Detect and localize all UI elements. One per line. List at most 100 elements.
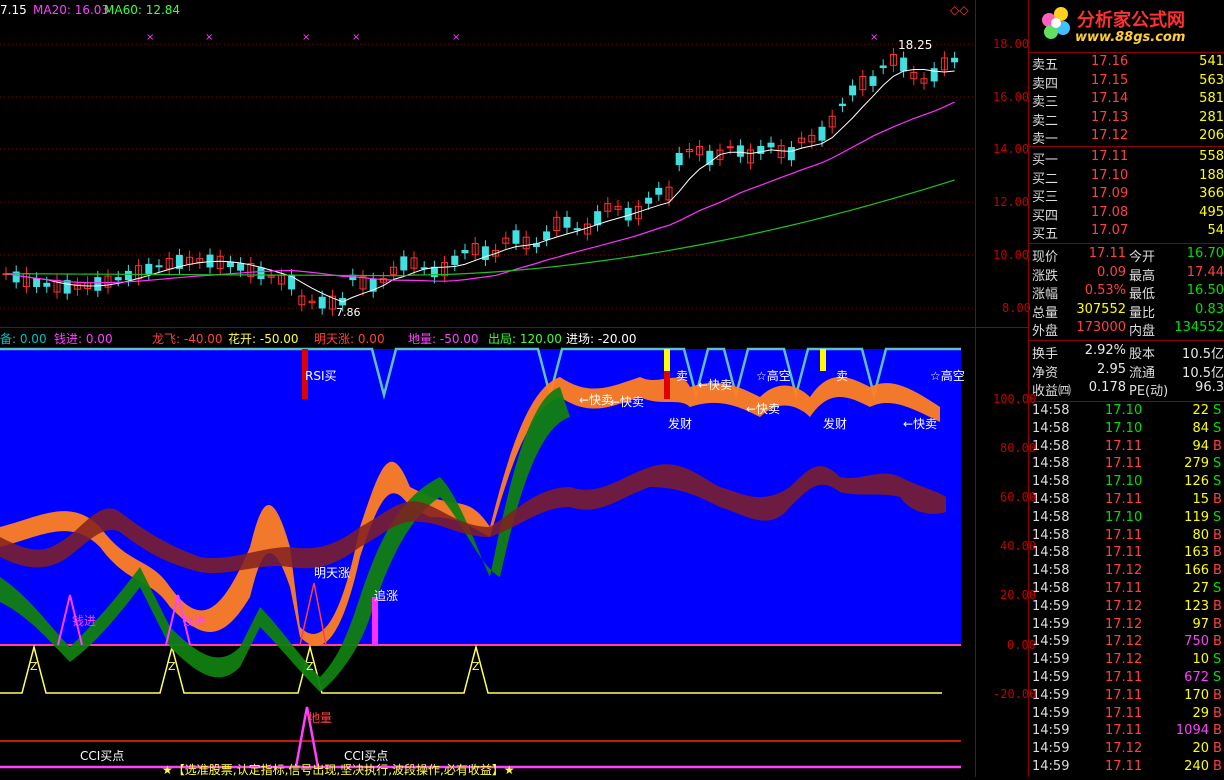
tick-row[interactable]: 14:59 17.12 10 S	[1029, 652, 1224, 670]
price-chart[interactable]: × × × × × × 7.15 MA20: 16.03 MA60: 12.84 18.…	[0, 0, 975, 327]
indicator-svg[interactable]	[0, 327, 975, 777]
sell-price: 17.15	[1091, 72, 1129, 88]
tomorrow-up-label: 明天涨	[314, 566, 351, 580]
logo-brand: 分析家公式网	[1077, 10, 1185, 31]
indicator-header-item: 备: 0.00	[0, 332, 47, 346]
sell-row[interactable]: 卖三 17.14 581	[1029, 91, 1224, 110]
tick-row[interactable]: 14:59 17.12 97 B	[1029, 617, 1224, 635]
candle-body	[124, 270, 132, 281]
logo-url: www.88gs.com	[1075, 30, 1186, 45]
tick-row[interactable]: 14:58 17.11 27 S	[1029, 581, 1224, 599]
low-marker: 7.86	[336, 306, 361, 319]
sell-level-label: 卖一	[1032, 132, 1059, 147]
quote-value: 0.09	[1097, 264, 1126, 280]
candle-body	[594, 211, 602, 226]
tick-row[interactable]: 14:58 17.11 80 B	[1029, 528, 1224, 546]
quote-label: 最高	[1129, 268, 1156, 284]
candlestick-chart[interactable]: × × × × × ×	[0, 0, 975, 327]
svg-text:×: ×	[205, 32, 213, 43]
tick-row[interactable]: 14:59 17.12 123 B	[1029, 599, 1224, 617]
buy-row[interactable]: 买二 17.10 188	[1029, 167, 1224, 187]
candle-body	[675, 152, 683, 166]
buy-row[interactable]: 买五 17.07 54	[1029, 223, 1224, 242]
corner-icon[interactable]: ◇◇	[950, 3, 968, 17]
candle-body	[573, 228, 581, 231]
stats-value: 10.5亿	[1182, 365, 1224, 381]
tick-row[interactable]: 14:58 17.11 94 B	[1029, 439, 1224, 457]
rsi-buy-label: RSI买	[305, 369, 337, 383]
tick-row[interactable]: 14:58 17.11 15 B	[1029, 492, 1224, 510]
tick-time: 14:59	[1032, 687, 1070, 703]
indicator-chart[interactable]: 备: 0.00 钱进: 0.00 龙飞: -40.00 花开: -50.00 明…	[0, 327, 975, 777]
candle-body	[869, 76, 877, 86]
tick-price: 17.11	[1105, 705, 1143, 721]
quote-label: 外盘	[1032, 324, 1059, 339]
tick-row[interactable]: 14:59 17.11 29 B	[1029, 706, 1224, 724]
indicator-header-item: 地量: -50.00	[408, 332, 479, 346]
tick-volume: 279	[1184, 456, 1209, 472]
tick-row[interactable]: 14:59 17.12 750 B	[1029, 634, 1224, 652]
tick-row[interactable]: 14:58 17.10 119 S	[1029, 510, 1224, 528]
sell-row[interactable]: 卖四 17.15 563	[1029, 72, 1224, 92]
quote-value: 307552	[1076, 301, 1126, 317]
tick-side: B	[1213, 492, 1222, 507]
tick-row[interactable]: 14:58 17.10 22 S	[1029, 403, 1224, 421]
axis-divider	[975, 0, 976, 777]
quote-label: 现价	[1032, 250, 1059, 265]
buy-price: 17.08	[1091, 204, 1129, 220]
sell-row[interactable]: 卖一 17.12 206	[1029, 128, 1224, 147]
tick-side: B	[1213, 741, 1222, 757]
candle-body	[563, 216, 571, 228]
buy-level-label: 买五	[1032, 227, 1059, 242]
tick-row[interactable]: 14:59 17.11 672 S	[1029, 670, 1224, 688]
indicator-header-item: 钱进: 0.00	[54, 332, 113, 346]
tick-row[interactable]: 14:59 17.11 240 B	[1029, 759, 1224, 777]
sell-label: 卖	[676, 369, 689, 383]
svg-text:×: ×	[146, 32, 154, 43]
price-tick: 18.00	[993, 37, 1030, 51]
buy-volume: 188	[1199, 167, 1224, 183]
candle-body	[645, 197, 653, 204]
tick-volume: 84	[1192, 420, 1209, 436]
tick-row[interactable]: 14:59 17.11 170 B	[1029, 688, 1224, 706]
candle-body	[63, 280, 71, 294]
indicator-header-item: 明天涨: 0.00	[314, 332, 385, 346]
tick-row[interactable]: 14:58 17.11 279 S	[1029, 456, 1224, 474]
buy-price: 17.07	[1091, 223, 1129, 238]
candle-body	[114, 277, 122, 281]
sell-volume: 581	[1199, 91, 1224, 106]
di-liang-label: 地量	[308, 711, 333, 725]
tick-row[interactable]: 14:58 17.10 126 S	[1029, 474, 1224, 492]
sell-price: 17.16	[1091, 54, 1129, 69]
tick-price: 17.12	[1105, 616, 1143, 632]
slogan: ★【选准股票,认定指标,信号出现,坚决执行,波段操作,必有收益】★	[162, 763, 515, 777]
tick-time: 14:59	[1032, 598, 1070, 614]
z-marker: Z	[306, 660, 314, 673]
tick-row[interactable]: 14:58 17.12 166 B	[1029, 563, 1224, 581]
tick-volume: 123	[1184, 598, 1209, 614]
quote-label: 总量	[1032, 305, 1059, 321]
quote-row: 总量 307552 量比 0.83	[1029, 301, 1224, 321]
candle-body	[237, 263, 245, 271]
tick-volume: 10	[1192, 652, 1209, 668]
indicator-header-item: 进场: -20.00	[566, 332, 637, 346]
sell-row[interactable]: 卖二 17.13 281	[1029, 110, 1224, 129]
buy-row[interactable]: 买三 17.09 366	[1029, 186, 1224, 205]
tick-time: 14:58	[1032, 438, 1070, 454]
svg-text:×: ×	[302, 32, 310, 43]
buy-row[interactable]: 买一 17.11 558	[1029, 149, 1224, 168]
tick-side: S	[1213, 652, 1222, 668]
candle-body	[94, 277, 102, 291]
tick-row[interactable]: 14:58 17.10 84 S	[1029, 421, 1224, 439]
sell-row[interactable]: 卖五 17.16 541	[1029, 54, 1224, 73]
tick-side: B	[1213, 723, 1222, 739]
tick-volume: 672	[1184, 670, 1209, 685]
quote-label: 今开	[1129, 250, 1156, 265]
tick-row[interactable]: 14:58 17.11 163 B	[1029, 545, 1224, 563]
tick-row[interactable]: 14:59 17.11 1094 B	[1029, 723, 1224, 741]
buy-row[interactable]: 买四 17.08 495	[1029, 204, 1224, 224]
tick-row[interactable]: 14:59 17.12 20 B	[1029, 741, 1224, 759]
logo-banner[interactable]: 分析家公式网 www.88gs.com	[1029, 0, 1224, 52]
candle-body	[849, 85, 857, 96]
tick-volume: 240	[1184, 759, 1209, 774]
